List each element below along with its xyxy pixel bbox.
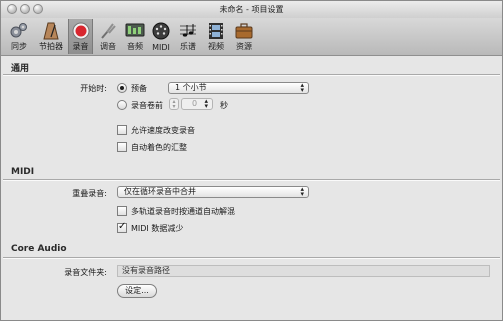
title-bar: 未命名 - 项目设置 <box>1 1 502 19</box>
project-settings-window: 未命名 - 项目设置 同步 节拍器 录音 调音 音频 MIDI 乐谱 视频 资源… <box>0 0 503 321</box>
tab-assets[interactable]: 资源 <box>231 19 257 54</box>
preroll-unit: 秒 <box>220 101 228 110</box>
tab-metronome[interactable]: 节拍器 <box>35 19 67 54</box>
preroll-stepper[interactable]: ▴ ▾ <box>169 98 179 110</box>
allow-tempo-label: 允许速度改变录音 <box>131 126 195 135</box>
preroll-label: 录音卷前 <box>131 101 163 110</box>
midi-section-heading: MIDI <box>11 167 35 177</box>
midi-reduction-label: MIDI 数据减少 <box>131 224 184 233</box>
metronome-icon <box>43 22 59 40</box>
score-icon <box>180 24 196 37</box>
popup-arrows-icon: ▴ ▾ <box>300 81 304 94</box>
preroll-field[interactable]: 0 ▴ ▾ <box>181 98 213 110</box>
count-in-label: 预备 <box>131 84 147 93</box>
tab-recording-label: 录音 <box>72 42 89 51</box>
recording-folder-field: 没有录音路径 <box>117 265 490 277</box>
film-icon <box>209 23 223 39</box>
midi-connector-icon <box>152 22 170 40</box>
tab-assets-label: 资源 <box>236 42 252 51</box>
window-title: 未命名 - 项目设置 <box>219 5 284 14</box>
core-audio-divider <box>3 257 500 259</box>
tab-sync-label: 同步 <box>11 42 27 51</box>
core-audio-section-heading: Core Audio <box>11 244 67 254</box>
preroll-value: 0 <box>192 99 198 108</box>
tab-video[interactable]: 视频 <box>203 19 229 54</box>
tab-metronome-label: 节拍器 <box>39 42 63 51</box>
tab-tuning-label: 调音 <box>100 42 116 51</box>
tab-audio-label: 音频 <box>127 42 143 51</box>
auto-color-checkbox[interactable] <box>117 142 127 152</box>
tuning-fork-icon <box>101 23 116 39</box>
count-in-radio[interactable] <box>117 83 127 93</box>
general-divider <box>3 74 500 76</box>
overlap-label: 重叠录音: <box>72 189 107 198</box>
settings-toolbar: 同步 节拍器 录音 调音 音频 MIDI 乐谱 视频 资源 <box>1 18 502 56</box>
popup-arrows-icon: ▴ ▾ <box>204 97 208 110</box>
tab-sync[interactable]: 同步 <box>5 19 33 54</box>
auto-demix-checkbox[interactable] <box>117 206 127 216</box>
tab-audio[interactable]: 音频 <box>123 19 147 54</box>
auto-demix-label: 多轨道录音时按通道自动解混 <box>131 207 235 216</box>
tab-tuning[interactable]: 调音 <box>95 19 121 54</box>
general-section-heading: 通用 <box>11 64 30 74</box>
tab-midi-label: MIDI <box>152 43 170 52</box>
count-in-popup[interactable]: 1 个小节 ▴ ▾ <box>168 82 309 94</box>
tab-recording[interactable]: 录音 <box>68 19 93 54</box>
start-label: 开始时: <box>80 84 107 93</box>
overlap-popup[interactable]: 仅在循环录音中合并 ▴ ▾ <box>117 186 309 198</box>
record-icon <box>72 22 89 40</box>
auto-color-label: 自动着色的汇整 <box>131 143 187 152</box>
allow-tempo-checkbox[interactable] <box>117 125 127 135</box>
folder-label: 录音文件夹: <box>64 268 107 277</box>
tab-video-label: 视频 <box>208 42 224 51</box>
count-in-value: 1 个小节 <box>175 83 207 92</box>
preroll-radio[interactable] <box>117 100 127 110</box>
audio-interface-icon <box>125 23 145 37</box>
briefcase-icon <box>235 23 253 39</box>
popup-arrows-icon: ▴ ▾ <box>300 185 304 198</box>
tab-score[interactable]: 乐谱 <box>175 19 201 54</box>
set-folder-button[interactable]: 设定... <box>117 284 157 298</box>
tab-midi[interactable]: MIDI <box>149 19 173 54</box>
overlap-value: 仅在循环录音中合并 <box>124 187 196 196</box>
tab-score-label: 乐谱 <box>180 42 196 51</box>
midi-divider <box>3 179 500 181</box>
midi-reduction-checkbox[interactable] <box>117 221 127 233</box>
gears-icon <box>10 23 27 38</box>
